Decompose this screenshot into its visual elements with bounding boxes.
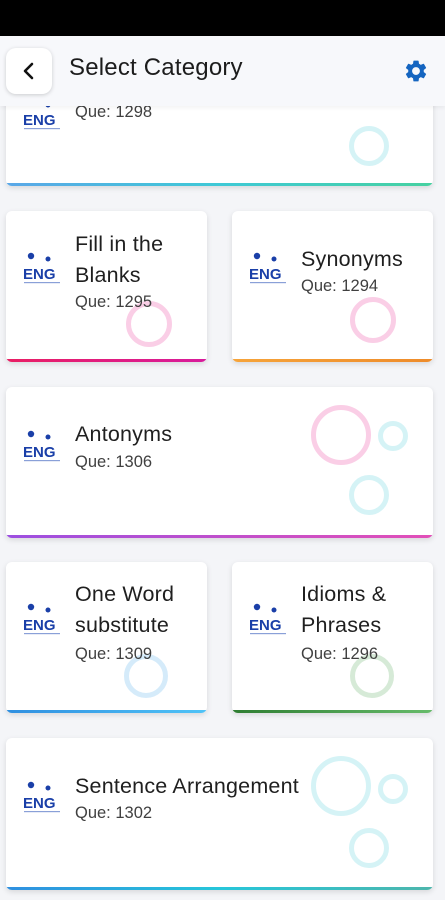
- eng-logo-icon: ENG: [23, 603, 60, 635]
- eng-logo-icon: ENG: [249, 252, 286, 284]
- svg-text:ENG: ENG: [23, 444, 56, 461]
- gear-icon[interactable]: [403, 58, 429, 84]
- category-card-antonyms[interactable]: ENG Antonyms Que: 1306: [6, 387, 433, 538]
- category-card-sentence-arrangement[interactable]: ENG Sentence Arrangement Que: 1302: [6, 738, 433, 890]
- category-card-synonyms[interactable]: ENG Synonyms Que: 1294: [232, 211, 433, 362]
- svg-text:ENG: ENG: [23, 617, 56, 634]
- question-count: Que: 1294: [301, 277, 379, 295]
- decorative-circle: [378, 774, 408, 804]
- eng-logo-icon: ENG: [23, 781, 60, 813]
- eng-logo-icon: ENG: [23, 252, 60, 284]
- app-bar: Select Category: [0, 36, 445, 106]
- category-title-line: Fill in the: [75, 232, 164, 256]
- category-title: Antonyms: [75, 422, 173, 446]
- card-accent-bar: [232, 710, 433, 713]
- svg-text:ENG: ENG: [23, 112, 56, 129]
- card-accent-bar: [6, 535, 433, 538]
- decorative-circle: [311, 756, 371, 816]
- category-title: Idioms & Phrases: [301, 579, 386, 641]
- question-count: Que: 1295: [75, 293, 153, 311]
- eng-logo-icon: ENG: [249, 603, 286, 635]
- question-count: Que: 1309: [75, 645, 153, 663]
- category-title: One Word substitute: [75, 579, 174, 641]
- status-bar: [0, 0, 445, 36]
- category-title-line: One Word: [75, 582, 175, 606]
- card-accent-bar: [6, 359, 207, 362]
- category-title: Fill in the Blanks: [75, 229, 163, 291]
- chevron-left-icon: [23, 62, 34, 80]
- decorative-circle: [349, 475, 389, 515]
- card-accent-bar: [6, 183, 433, 186]
- svg-text:ENG: ENG: [249, 266, 282, 283]
- category-card-idioms-phrases[interactable]: ENG Idioms & Phrases Que: 1296: [232, 562, 433, 713]
- category-card-one-word-substitute[interactable]: ENG One Word substitute Que: 1309: [6, 562, 207, 713]
- category-card-fill-in-the-blanks[interactable]: ENG Fill in the Blanks Que: 1295: [6, 211, 207, 362]
- svg-text:ENG: ENG: [23, 266, 56, 283]
- card-accent-bar: [232, 359, 433, 362]
- page-title: Select Category: [69, 54, 243, 81]
- decorative-circle: [311, 405, 371, 465]
- category-title-line: substitute: [75, 613, 170, 637]
- decorative-circle: [350, 297, 396, 343]
- category-title-line: Blanks: [75, 263, 141, 287]
- decorative-circle: [349, 828, 389, 868]
- category-title-line: Idioms &: [301, 582, 387, 606]
- category-title: Synonyms: [301, 247, 403, 271]
- question-count: Que: 1296: [301, 645, 379, 663]
- card-accent-bar: [6, 887, 433, 890]
- decorative-circle: [349, 126, 389, 166]
- svg-text:ENG: ENG: [23, 795, 56, 812]
- question-count: Que: 1306: [75, 453, 153, 471]
- category-title-line: Phrases: [301, 613, 382, 637]
- question-count: Que: 1302: [75, 804, 153, 822]
- decorative-circle: [378, 421, 408, 451]
- card-accent-bar: [6, 710, 207, 713]
- category-title: Sentence Arrangement: [75, 774, 299, 798]
- svg-text:ENG: ENG: [249, 617, 282, 634]
- back-button[interactable]: [6, 48, 52, 94]
- eng-logo-icon: ENG: [23, 430, 60, 462]
